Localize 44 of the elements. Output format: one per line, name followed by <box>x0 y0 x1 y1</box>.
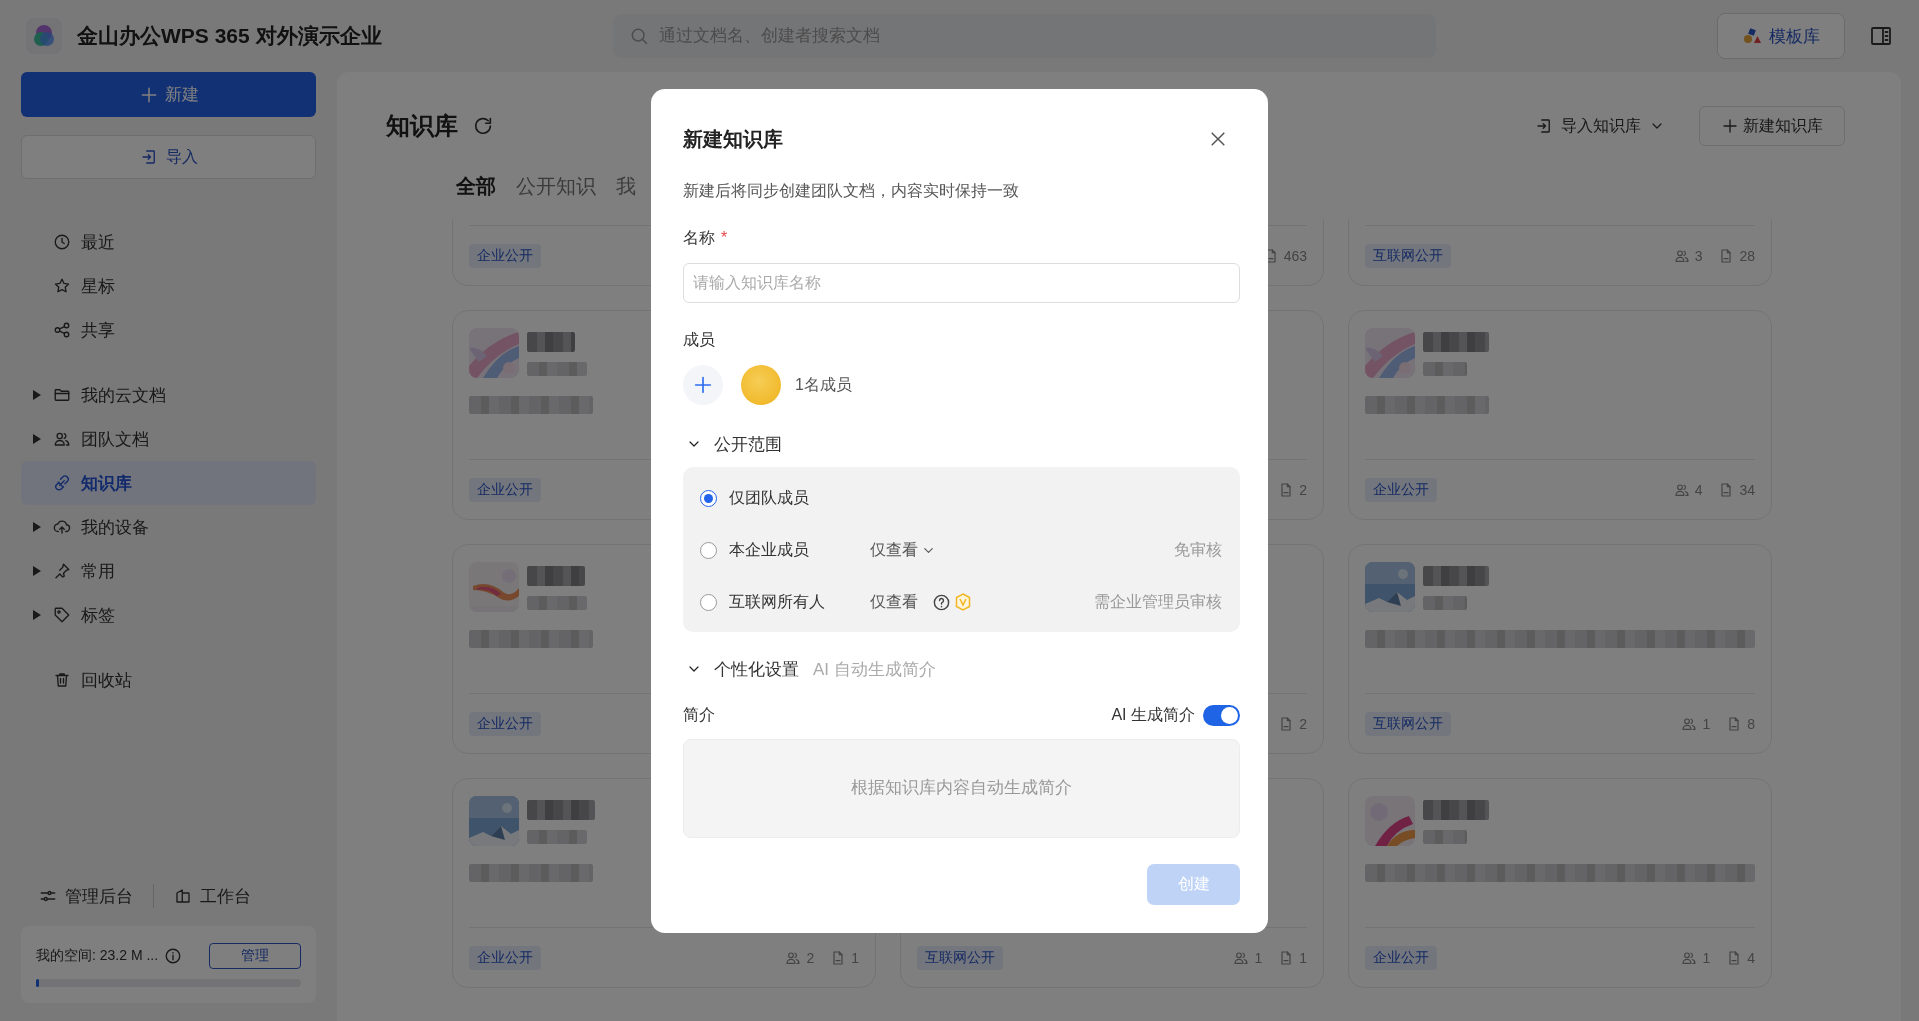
document-count: 28 <box>1739 248 1755 264</box>
member-count: 1 <box>1702 716 1711 732</box>
document-count: 4 <box>1747 950 1755 966</box>
field-label: 名称 <box>683 228 715 248</box>
member-count: 1名成员 <box>795 374 852 395</box>
app-title: 金山办公WPS 365 对外演示企业 <box>77 23 383 49</box>
document-count: 8 <box>1747 716 1755 732</box>
toggle-label: AI 生成简介 <box>1111 704 1195 725</box>
visibility-tag: 企业公开 <box>469 712 541 736</box>
permission-label: 仅查看 <box>870 591 918 612</box>
visibility-tag: 互联网公开 <box>1365 712 1451 736</box>
member-count: 3 <box>1694 248 1703 264</box>
field-label: 成员 <box>683 330 715 350</box>
visibility-tag: 企业公开 <box>469 946 541 970</box>
visibility-tag: 企业公开 <box>1365 946 1437 970</box>
document-count: 2 <box>1299 482 1307 498</box>
review-note: 需企业管理员审核 <box>1094 591 1222 612</box>
section-label: 公开范围 <box>714 433 782 456</box>
section-hint: AI 自动生成简介 <box>813 658 936 681</box>
storage-usage: 我的空间: 23.2 M ... <box>36 947 159 965</box>
document-count: 463 <box>1283 248 1307 264</box>
section-label: 个性化设置 <box>714 658 799 681</box>
option-label: 仅团队成员 <box>729 487 810 508</box>
visibility-tag: 互联网公开 <box>917 946 1003 970</box>
review-note: 免审核 <box>1174 539 1222 560</box>
visibility-tag: 企业公开 <box>469 244 541 268</box>
visibility-tag: 互联网公开 <box>1365 244 1451 268</box>
document-count: 2 <box>1299 716 1307 732</box>
document-count: 1 <box>1299 950 1307 966</box>
member-count: 1 <box>1702 950 1711 966</box>
visibility-tag: 企业公开 <box>1365 478 1437 502</box>
option-label: 互联网所有人 <box>729 591 826 612</box>
field-label: 简介 <box>683 705 715 725</box>
document-count: 1 <box>851 950 859 966</box>
member-count: 1 <box>1254 950 1263 966</box>
member-count: 4 <box>1694 482 1703 498</box>
visibility-tag: 企业公开 <box>469 478 541 502</box>
dialog-title: 新建知识库 <box>683 126 783 152</box>
page-title: 知识库 <box>386 111 458 141</box>
dialog-subtitle: 新建后将同步创建团队文档，内容实时保持一致 <box>683 181 1020 201</box>
option-label: 本企业成员 <box>729 539 810 560</box>
document-count: 34 <box>1739 482 1755 498</box>
required-mark: * <box>721 228 728 248</box>
member-count: 2 <box>806 950 815 966</box>
